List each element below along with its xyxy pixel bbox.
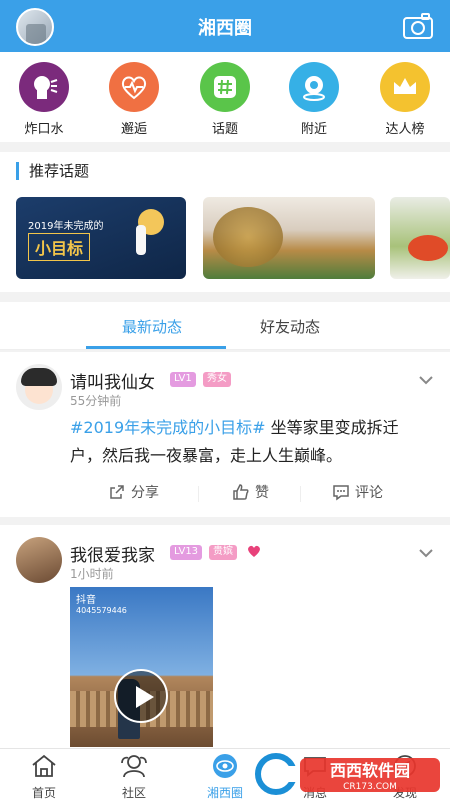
level-badge: LV1 [170,372,196,387]
like-button[interactable]: 赞 [232,482,269,502]
feed-post: 我很爱我家 LV13 贵嫔 1小时前 抖音 4045579446 [0,525,450,748]
topic-card[interactable] [203,197,375,279]
category-encounter[interactable]: 邂逅 [99,62,169,137]
tab-indicator [86,346,226,349]
chevron-down-icon[interactable] [418,545,434,561]
crown-icon [380,62,430,112]
video-id: 4045579446 [76,606,127,615]
nav-label: 首页 [31,786,56,800]
chevron-down-icon[interactable] [418,372,434,388]
heartbeat-icon [109,62,159,112]
category-label: 炸口水 [24,122,64,137]
svg-text:西西软件园: 西西软件园 [330,761,410,780]
page-title: 湘西圈 [198,18,252,39]
level-badge: LV13 [170,545,203,560]
post-actions: 分享 赞 评论 [0,478,450,508]
nav-xiangxi-circle[interactable]: 湘西圈 [195,753,255,800]
category-label: 话题 [211,122,238,137]
community-icon [121,755,147,778]
video-watermark: 抖音 4045579446 [76,591,127,615]
comment-icon [333,485,349,501]
comment-label: 评论 [355,485,383,501]
post-content: #2019年未完成的小目标# 坐等家里变成拆迁户，然后我一夜暴富，走上人生巅峰。 [70,414,430,470]
role-badge: 秀女 [203,372,231,387]
home-icon [32,754,56,777]
site-watermark-logo: 西西软件园 CR173.COM [255,753,440,795]
divider [198,486,199,502]
nav-home[interactable]: 首页 [14,753,74,800]
section-heading: 推荐话题 [16,162,89,180]
circle-eye-icon [213,754,237,778]
feed-post: 请叫我仙女 LV1 秀女 55分钟前 #2019年未完成的小目标# 坐等家里变成… [0,352,450,517]
category-bar: 炸口水 邂逅 话题 附近 达人榜 [0,52,450,142]
location-target-icon [289,62,339,112]
category-chat[interactable]: 炸口水 [9,62,79,137]
tab-friends[interactable]: 好友动态 [260,316,320,337]
heart-badge-icon [248,545,260,557]
post-time: 1小时前 [70,567,114,581]
username[interactable]: 我很爱我家 [70,541,155,566]
topic-card[interactable]: 2019年未完成的 小目标 [16,197,186,279]
category-topics[interactable]: 话题 [190,62,260,137]
topic-tag[interactable]: #2019年未完成的小目标# [70,418,266,437]
category-ranking[interactable]: 达人榜 [370,62,440,137]
speaking-head-icon [19,62,69,112]
recommended-topics: 推荐话题 2019年未完成的 小目标 [0,152,450,292]
nav-label: 社区 [121,786,146,800]
divider [300,486,301,502]
category-label: 达人榜 [385,122,425,137]
category-label: 附近 [300,122,327,137]
feed-tabs: 最新动态 好友动态 [0,302,450,350]
category-label: 邂逅 [120,122,147,137]
avatar-hair [21,368,57,386]
avatar[interactable] [16,364,62,410]
video-thumbnail[interactable]: 抖音 4045579446 [70,587,213,747]
play-icon[interactable] [114,669,168,723]
nav-label: 湘西圈 [206,786,243,800]
share-label: 分享 [131,485,159,501]
like-label: 赞 [255,485,269,501]
topic-card[interactable] [390,197,450,279]
nav-community[interactable]: 社区 [104,753,164,800]
role-badge: 贵嫔 [209,545,237,560]
video-app-name: 抖音 [76,595,96,606]
landscape-image [213,207,283,267]
category-nearby[interactable]: 附近 [279,62,349,137]
girl-illustration [136,225,146,255]
topic-card-subtitle: 2019年未完成的 [28,221,104,232]
camera-icon[interactable] [402,12,434,40]
tab-latest[interactable]: 最新动态 [122,316,182,337]
share-icon [110,485,124,499]
post-time: 55分钟前 [70,394,122,408]
comment-button[interactable]: 评论 [332,482,383,502]
username[interactable]: 请叫我仙女 [70,368,155,393]
food-image [408,235,448,261]
topic-card-title: 小目标 [28,233,91,261]
share-button[interactable]: 分享 [108,482,159,502]
top-bar: 湘西圈 [0,0,450,52]
avatar[interactable] [16,537,62,583]
thumbs-up-icon [233,484,249,500]
hashtag-icon [200,62,250,112]
svg-text:CR173.COM: CR173.COM [343,782,397,792]
